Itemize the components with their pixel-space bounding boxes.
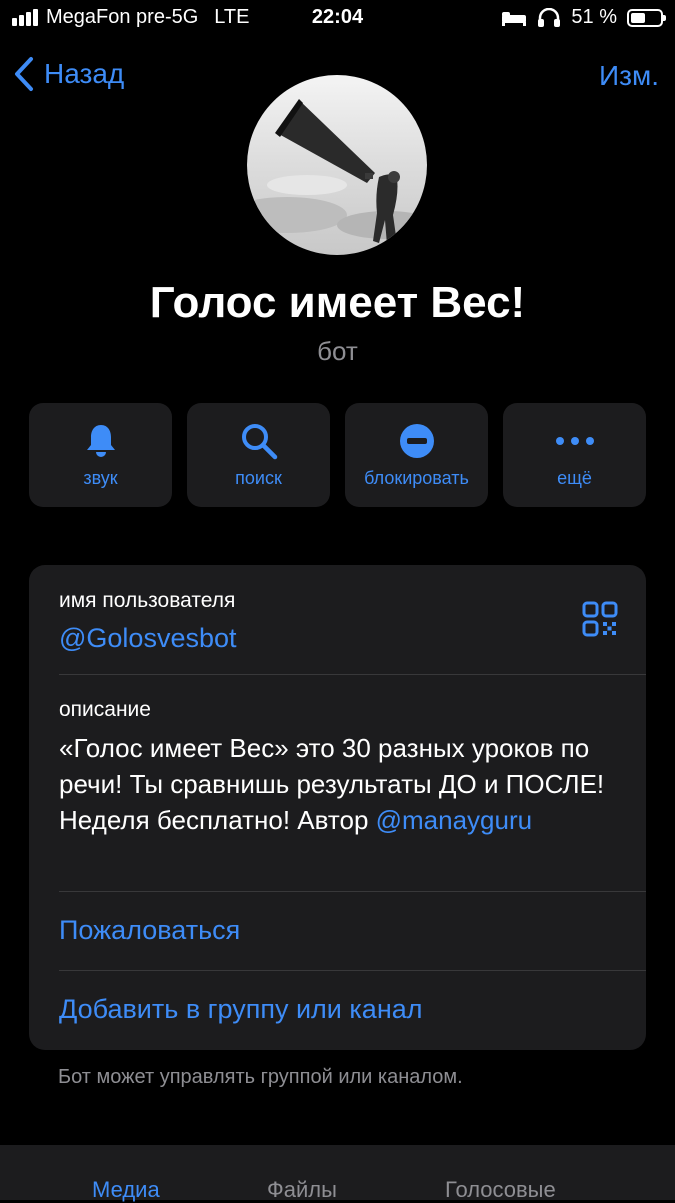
qr-code-button[interactable]	[582, 601, 618, 642]
battery-fill	[631, 12, 645, 23]
username-label: имя пользователя	[59, 589, 236, 612]
block-label: блокировать	[364, 468, 469, 488]
action-buttons: звук поиск блокировать ещё	[29, 403, 646, 507]
mute-button[interactable]: звук	[29, 403, 172, 507]
edit-button[interactable]: Изм.	[599, 60, 659, 92]
tab-voice[interactable]: Голосовые	[445, 1177, 556, 1203]
battery-percent: 51 %	[571, 6, 617, 28]
status-right: 51 %	[501, 6, 666, 29]
search-icon	[241, 424, 277, 460]
tab-files[interactable]: Файлы	[267, 1177, 337, 1203]
media-tab-bar: Медиа Файлы Голосовые	[0, 1145, 675, 1203]
more-button[interactable]: ещё	[503, 403, 646, 507]
chevron-left-icon	[15, 57, 33, 91]
description-text: «Голос имеет Вес» это 30 разных уроков п…	[59, 730, 619, 838]
author-link[interactable]: @manayguru	[376, 805, 532, 835]
username-link[interactable]: @Golosvesbot	[59, 623, 237, 654]
report-button[interactable]: Пожаловаться	[59, 915, 240, 946]
description-label: описание	[59, 698, 151, 721]
bell-icon	[86, 425, 115, 457]
battery-icon	[627, 8, 666, 27]
mute-label: звук	[83, 468, 118, 488]
back-label: Назад	[44, 58, 125, 89]
divider	[59, 674, 646, 675]
divider	[59, 891, 646, 892]
back-button[interactable]: Назад	[12, 56, 124, 92]
profile-type: бот	[317, 336, 358, 366]
search-label: поиск	[235, 468, 282, 488]
block-button[interactable]: блокировать	[345, 403, 488, 507]
tab-media[interactable]: Медиа	[92, 1177, 160, 1203]
bot-note: Бот может управлять группой или каналом.	[58, 1066, 463, 1088]
avatar[interactable]	[247, 75, 427, 255]
bed-icon	[502, 11, 527, 26]
more-label: ещё	[557, 468, 592, 488]
add-to-group-button[interactable]: Добавить в группу или канал	[59, 994, 423, 1025]
headphones-icon	[538, 7, 561, 27]
qr-code-icon	[582, 601, 618, 637]
divider	[59, 970, 646, 971]
profile-name: Голос имеет Вес!	[149, 278, 526, 327]
more-icon	[555, 437, 594, 445]
block-icon	[399, 424, 434, 458]
status-bar: MegaFon pre-5G LTE 22:04 51 %	[0, 0, 675, 38]
info-card: имя пользователя @Golosvesbot описание «…	[29, 565, 646, 1050]
avatar-image	[247, 75, 427, 255]
search-button[interactable]: поиск	[187, 403, 330, 507]
